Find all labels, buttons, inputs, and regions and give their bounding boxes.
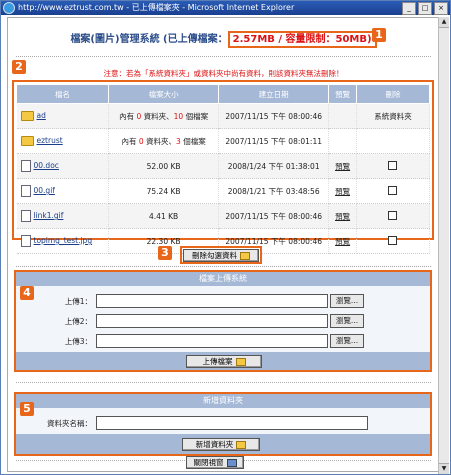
system-folder-label: 系統資料夾 [356, 103, 431, 129]
new-folder-title: 新增資料夾 [16, 394, 430, 408]
file-link[interactable]: topimg_test.jpg [34, 236, 93, 245]
close-window-link-button[interactable]: 關閉視窗 [186, 456, 244, 469]
annotation-badge-1: 1 [372, 28, 386, 42]
folder-link[interactable]: eztrust [37, 136, 63, 145]
minimize-button[interactable]: _ [402, 2, 416, 15]
preview-cell [328, 103, 357, 129]
file-link[interactable]: link1.gif [34, 211, 64, 220]
new-folder-section: 新增資料夾 5 資料夾名稱： 新增資料夾 [14, 392, 432, 456]
col-size: 檔案大小 [108, 84, 220, 104]
col-preview: 預覽 [328, 84, 357, 104]
storage-usage: 2.57MB / 容量限制：50MB) [227, 31, 377, 48]
size-cell: 內有 0 資料夾、3 個檔案 [108, 128, 220, 154]
preview-link[interactable]: 預覽 [335, 162, 350, 171]
page-title-text: 檔案(圖片)管理系統 (已上傳檔案： [70, 34, 228, 45]
col-delete: 刪除 [355, 84, 431, 104]
date-cell: 2007/11/15 下午 08:01:11 [218, 128, 330, 154]
preview-link[interactable]: 預覽 [335, 212, 350, 221]
file-list-box: 檔名 檔案大小 建立日期 預覽 刪除 ad 內有 0 資料夾、10 個檔案 20… [12, 80, 434, 254]
file-table: 檔名 檔案大小 建立日期 預覽 刪除 ad 內有 0 資料夾、10 個檔案 20… [15, 84, 431, 254]
upload-label: 上傳3： [64, 337, 92, 346]
col-date: 建立日期 [218, 84, 330, 104]
divider [16, 382, 431, 383]
browse-button-1[interactable]: 瀏覽... [330, 294, 364, 308]
date-cell: 2008/1/21 下午 03:48:56 [218, 178, 330, 204]
upload-row: 上傳1： 瀏覽... [16, 292, 430, 310]
scroll-down-arrow-icon[interactable]: ▼ [439, 463, 449, 474]
size-cell: 4.41 KB [108, 203, 220, 229]
upload-file-input-1[interactable] [96, 294, 328, 308]
browse-button-3[interactable]: 瀏覽... [330, 334, 364, 348]
date-cell: 2007/11/15 下午 08:00:46 [218, 103, 330, 129]
browse-button-2[interactable]: 瀏覽... [330, 314, 364, 328]
table-row: 00.doc 52.00 KB 2008/1/24 下午 01:38:01 預覽 [16, 153, 431, 179]
file-icon [20, 210, 31, 222]
delete-checkbox[interactable] [388, 185, 398, 195]
size-cell: 75.24 KB [108, 178, 220, 204]
divider [16, 266, 431, 267]
folder-icon [20, 111, 34, 121]
upload-row: 上傳2： 瀏覽... [16, 312, 430, 330]
title-bar: http://www.eztrust.com.tw - 已上傳檔案夾 - Mic… [1, 1, 450, 15]
table-row: eztrust 內有 0 資料夾、3 個檔案 2007/11/15 下午 08:… [16, 128, 431, 154]
upload-icon [235, 358, 246, 366]
vertical-scrollbar[interactable]: ▲ ▼ [438, 17, 449, 474]
annotation-badge-5: 5 [20, 402, 34, 416]
delete-checkbox[interactable] [388, 235, 398, 245]
close-window-button[interactable]: × [434, 2, 448, 15]
delete-checkbox[interactable] [388, 210, 398, 220]
warning-note: 注意：若為「系統資料夾」或資料夾中尚有資料，則該資料夾無法刪除！ [103, 69, 344, 78]
page-content: 檔案(圖片)管理系統 (已上傳檔案： 2.57MB / 容量限制：50MB) 1 … [7, 17, 440, 472]
size-cell: 內有 0 資料夾、10 個檔案 [108, 103, 220, 129]
delete-selected-button[interactable]: 刪除勾選資料 [183, 249, 259, 262]
size-cell: 52.00 KB [108, 153, 220, 179]
upload-submit-button[interactable]: 上傳檔案 [186, 355, 262, 368]
file-link[interactable]: 00.doc [34, 161, 59, 170]
preview-link[interactable]: 預覽 [335, 187, 350, 196]
annotation-badge-3: 3 [158, 246, 172, 260]
close-icon [226, 459, 237, 467]
preview-cell [328, 128, 357, 154]
table-row: link1.gif 4.41 KB 2007/11/15 下午 08:00:46… [16, 203, 431, 229]
folder-icon [236, 441, 247, 449]
table-row: 00.gif 75.24 KB 2008/1/21 下午 03:48:56 預覽 [16, 178, 431, 204]
upload-file-input-2[interactable] [96, 314, 328, 328]
scroll-up-arrow-icon[interactable]: ▲ [439, 17, 449, 28]
upload-title: 檔案上傳系統 [16, 272, 430, 286]
file-link[interactable]: 00.gif [34, 186, 55, 195]
maximize-button[interactable]: □ [418, 2, 432, 15]
delete-cell [356, 128, 431, 154]
file-icon [20, 235, 31, 247]
folder-name-label: 資料夾名稱： [47, 419, 92, 428]
upload-footer: 上傳檔案 [16, 352, 430, 370]
table-header-row: 檔名 檔案大小 建立日期 預覽 刪除 [15, 84, 431, 104]
delete-checkbox[interactable] [388, 160, 398, 170]
upload-row: 上傳3： 瀏覽... [16, 332, 430, 350]
window-title: http://www.eztrust.com.tw - 已上傳檔案夾 - Mic… [18, 3, 295, 12]
date-cell: 2007/11/15 下午 08:00:46 [218, 203, 330, 229]
ie-icon [3, 2, 15, 14]
file-icon [20, 185, 31, 197]
folder-icon [20, 136, 34, 146]
delete-button-highlight: 刪除勾選資料 [180, 246, 262, 264]
upload-label: 上傳1： [64, 297, 92, 306]
folder-icon [240, 252, 250, 260]
create-folder-button[interactable]: 新增資料夾 [182, 438, 260, 451]
table-row: ad 內有 0 資料夾、10 個檔案 2007/11/15 下午 08:00:4… [16, 103, 431, 129]
preview-link[interactable]: 預覽 [335, 237, 350, 246]
browser-window: http://www.eztrust.com.tw - 已上傳檔案夾 - Mic… [0, 0, 451, 475]
upload-file-input-3[interactable] [96, 334, 328, 348]
divider [16, 56, 431, 57]
upload-section: 檔案上傳系統 4 上傳1： 瀏覽... 上傳2： 瀏覽... 上傳3： 瀏覽..… [14, 270, 432, 372]
col-filename: 檔名 [15, 84, 110, 104]
folder-link[interactable]: ad [37, 111, 46, 120]
date-cell: 2008/1/24 下午 01:38:01 [218, 153, 330, 179]
new-folder-footer: 新增資料夾 [16, 434, 430, 454]
folder-name-input[interactable] [96, 416, 368, 430]
upload-label: 上傳2： [64, 317, 92, 326]
file-icon [20, 160, 31, 172]
